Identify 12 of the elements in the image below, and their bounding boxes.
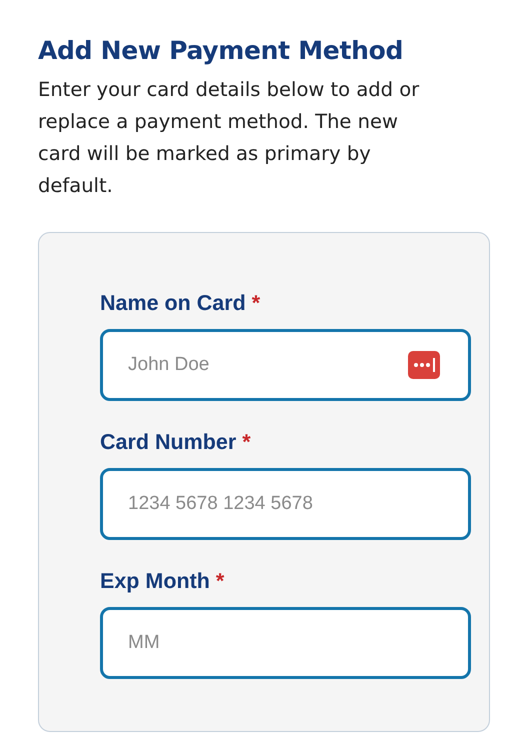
field-label: Card Number	[100, 430, 236, 455]
description-text: Enter your card details below to add or replace a payment method. The new card will be marked as primary by default.	[38, 77, 420, 199]
required-mark: *	[252, 291, 260, 316]
field-label: Name on Card	[100, 291, 246, 316]
input-field[interactable]: MM	[100, 607, 471, 679]
input-field[interactable]: John Doe	[100, 329, 471, 401]
input-field[interactable]: 1234 5678 1234 5678	[100, 468, 471, 540]
page-heading: Add New Payment Method	[38, 35, 404, 67]
required-mark: *	[216, 569, 224, 594]
required-mark: *	[242, 430, 251, 455]
field-label: Exp Month	[100, 569, 210, 594]
password-manager-icon[interactable]	[408, 351, 440, 379]
